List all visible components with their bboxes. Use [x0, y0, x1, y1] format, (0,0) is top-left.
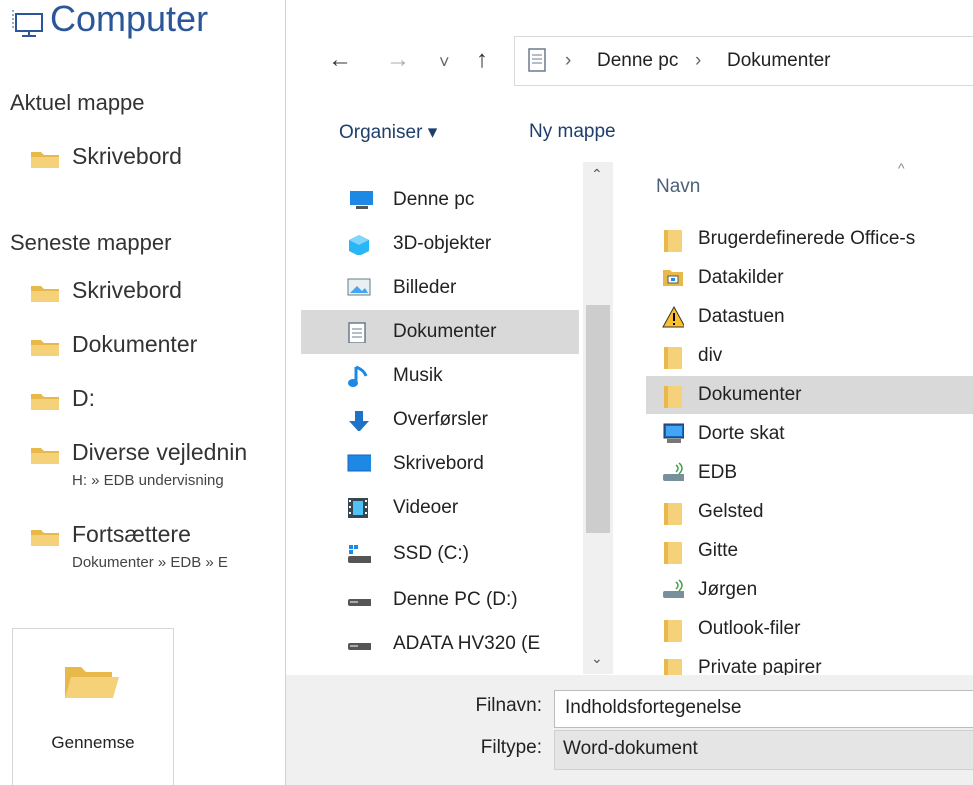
folder-icon [664, 230, 682, 252]
videos-icon [348, 498, 368, 518]
file-item[interactable]: Gitte [646, 532, 973, 570]
backstage-title: Computer [50, 0, 209, 39]
organize-button[interactable]: Organiser ▾ [339, 121, 437, 144]
recent-folders-heading: Seneste mapper [10, 230, 172, 255]
save-dialog: ← → ˅ ↑ › Denne pc › Dokumenter Organise… [285, 0, 973, 785]
breadcrumb-item[interactable]: Denne pc [597, 50, 678, 72]
nav-item-3d-objects[interactable]: 3D-objekter [301, 222, 579, 266]
file-item[interactable]: Outlook-filer [646, 610, 973, 648]
file-item[interactable]: Brugerdefinerede Office-s [646, 220, 973, 258]
documents-icon [528, 48, 546, 72]
desktop-icon [347, 454, 371, 472]
file-item[interactable]: Jørgen [646, 571, 973, 609]
breadcrumb-separator: › [565, 50, 572, 71]
backstage-panel: Computer Aktuel mappe Skrivebord Seneste… [0, 0, 285, 785]
filename-label: Filnavn: [475, 695, 542, 716]
folder-icon [664, 503, 682, 525]
system-drive-icon [348, 545, 371, 563]
nav-item-drive-d[interactable]: Denne PC (D:) [301, 578, 579, 622]
file-item[interactable]: Gelsted [646, 493, 973, 531]
column-header-name[interactable]: Navn [656, 176, 700, 198]
folder-icon [31, 340, 59, 356]
nav-item-desktop[interactable]: Skrivebord [301, 442, 579, 486]
scroll-down-icon[interactable]: ⌄ [591, 650, 603, 667]
nav-item-pictures[interactable]: Billeder [301, 266, 579, 310]
folder-open-icon [65, 667, 119, 698]
new-folder-button[interactable]: Ny mappe [529, 121, 616, 143]
pc-icon [350, 191, 373, 209]
nav-item-videos[interactable]: Videoer [301, 486, 579, 530]
scrollbar-thumb[interactable] [586, 305, 610, 533]
file-item[interactable]: EDB [646, 454, 973, 492]
scroll-up-icon[interactable]: ⌃ [591, 166, 603, 183]
file-item[interactable]: div [646, 337, 973, 375]
network-drive-icon [663, 462, 684, 481]
folder-icon [664, 620, 682, 642]
filetype-label: Filtype: [480, 737, 542, 758]
downloads-icon [349, 411, 369, 431]
file-item[interactable]: Datakilder [646, 259, 973, 297]
monitor-icon [663, 423, 684, 443]
drive-icon [348, 643, 371, 650]
folder-icon [31, 152, 59, 168]
file-item[interactable]: Dorte skat [646, 415, 973, 453]
pictures-icon [347, 278, 371, 296]
folder-icon [31, 286, 59, 302]
folder-icon [664, 347, 682, 369]
nav-item-drive-e[interactable]: ADATA HV320 (E [301, 622, 579, 666]
data-sources-folder-icon [663, 270, 683, 286]
file-item-selected[interactable]: Dokumenter [646, 376, 973, 414]
network-drive-icon [663, 579, 684, 598]
drive-icon [348, 599, 371, 606]
warning-icon [662, 306, 684, 328]
nav-item-ssd-c[interactable]: SSD (C:) [301, 532, 579, 576]
nav-item-downloads[interactable]: Overførsler [301, 398, 579, 442]
current-folder-heading: Aktuel mappe [10, 90, 145, 115]
browse-button[interactable]: Gennemse [12, 628, 174, 785]
computer-icon [12, 10, 43, 37]
filetype-select[interactable]: Word-dokument [554, 730, 973, 770]
dialog-footer: Filnavn: Indholdsfortegenelse Filtype: W… [286, 675, 973, 785]
folder-icon [664, 386, 682, 408]
3d-objects-icon [349, 235, 369, 255]
address-bar[interactable]: › Denne pc › Dokumenter [514, 36, 973, 86]
documents-icon [348, 322, 366, 343]
folder-icon [31, 530, 59, 546]
sort-ascending-icon: ^ [898, 160, 905, 176]
music-icon [348, 365, 368, 387]
recent-locations-button[interactable]: ˅ [439, 52, 450, 73]
breadcrumb-separator: › [695, 50, 702, 71]
forward-button[interactable]: → [386, 46, 410, 74]
up-button[interactable]: ↑ [476, 46, 488, 74]
nav-item-this-pc[interactable]: Denne pc [301, 178, 579, 222]
filename-input[interactable]: Indholdsfortegenelse [554, 690, 973, 728]
back-button[interactable]: ← [328, 46, 352, 74]
navigation-pane: Denne pc 3D-objekter Billeder Dokumenter… [286, 160, 611, 675]
nav-item-music[interactable]: Musik [301, 354, 579, 398]
file-item[interactable]: Datastuen [646, 298, 973, 336]
folder-icon [664, 542, 682, 564]
folder-icon [31, 448, 59, 464]
breadcrumb-item[interactable]: Dokumenter [727, 50, 831, 72]
folder-icon [31, 394, 59, 410]
nav-item-documents[interactable]: Dokumenter [301, 310, 579, 354]
